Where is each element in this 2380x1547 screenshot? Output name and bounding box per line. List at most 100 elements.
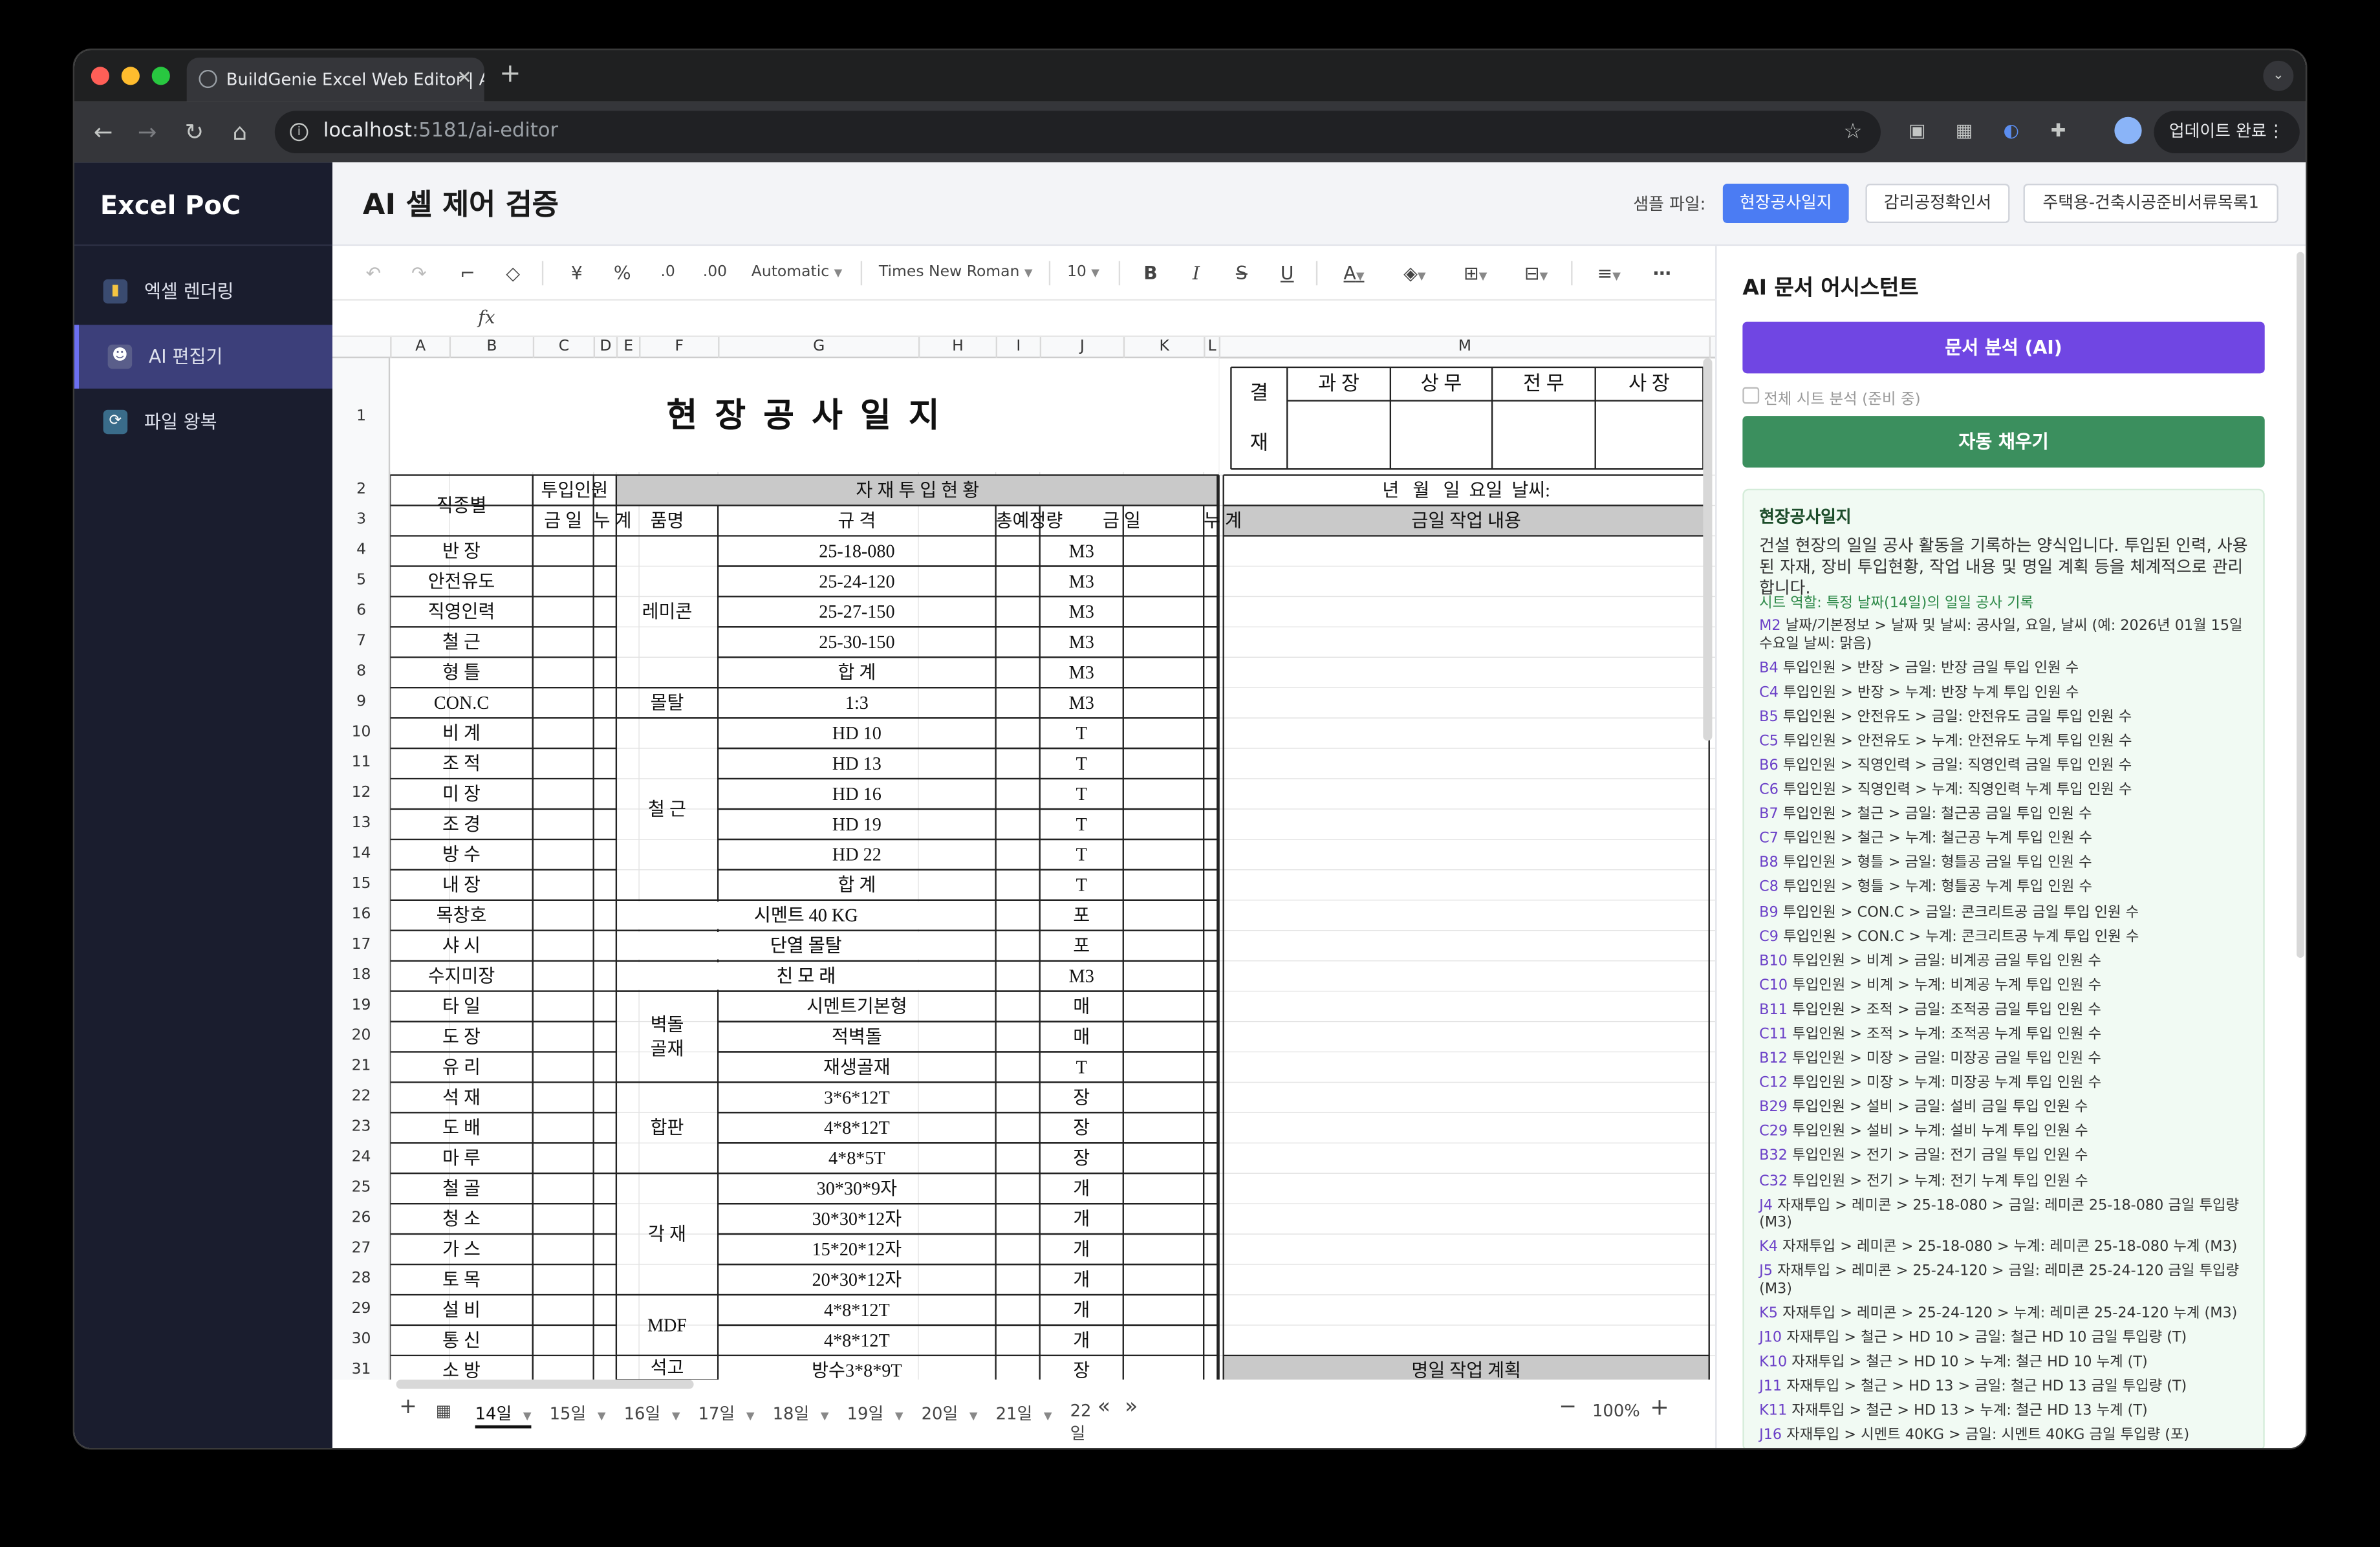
row-header[interactable]: 15	[332, 870, 390, 900]
puzzle-icon[interactable]: ✚	[2046, 118, 2071, 143]
full-sheet-checkbox[interactable]: 전체 시트 분석 (준비 중)	[1742, 385, 1921, 408]
column-header[interactable]: F	[639, 337, 718, 358]
row-header[interactable]: 18	[332, 961, 390, 991]
zoom-in-icon[interactable]: +	[1650, 1394, 1669, 1421]
italic-icon[interactable]: I	[1182, 259, 1209, 287]
column-header[interactable]: K	[1123, 337, 1204, 358]
row-header[interactable]: 20	[332, 1022, 390, 1052]
profile-avatar[interactable]	[2114, 116, 2142, 144]
column-header[interactable]: A	[390, 337, 449, 358]
sheet-tab[interactable]: 22일 ▼	[1070, 1401, 1095, 1448]
fill-color-icon[interactable]: ◈▼	[1395, 259, 1434, 287]
row-header[interactable]: 19	[332, 991, 390, 1022]
sample-button-daily-log[interactable]: 현장공사일지	[1722, 183, 1849, 224]
row-header[interactable]: 22	[332, 1082, 390, 1112]
merge-cells-icon[interactable]: ⊟▼	[1517, 259, 1556, 287]
row-header[interactable]: 29	[332, 1295, 390, 1325]
row-header[interactable]: 10	[332, 718, 390, 748]
font-size-select[interactable]: 10 ▼	[1067, 259, 1112, 287]
redo-icon[interactable]: ↷	[406, 259, 433, 287]
currency-button[interactable]: ¥	[563, 259, 590, 287]
panel-scrollbar[interactable]	[2297, 252, 2304, 958]
row-header[interactable]: 11	[332, 748, 390, 779]
bookmark-star-icon[interactable]: ☆	[1843, 111, 1862, 153]
row-header[interactable]: 26	[332, 1204, 390, 1234]
sheet-tab[interactable]: 14일 ▼	[475, 1401, 532, 1429]
row-header[interactable]: 13	[332, 809, 390, 839]
bold-icon[interactable]: B	[1137, 259, 1164, 287]
sample-button-inspection[interactable]: 감리공정확인서	[1865, 183, 2010, 224]
vertical-scrollbar[interactable]	[1703, 358, 1713, 741]
analyze-document-button[interactable]: 문서 분석 (AI)	[1742, 321, 2265, 374]
close-tab-icon[interactable]: ✕	[457, 67, 472, 88]
row-header[interactable]: 25	[332, 1173, 390, 1204]
address-bar[interactable]: i localhost:5181/ai-editor ☆	[274, 111, 1881, 154]
column-header[interactable]: C	[532, 337, 594, 358]
column-header[interactable]: D	[593, 337, 616, 358]
reload-icon[interactable]: ↻	[178, 115, 211, 149]
scroll-left-icon[interactable]: «	[1098, 1395, 1110, 1420]
qr-icon[interactable]: ▦	[1952, 118, 1976, 143]
extension-blue-icon[interactable]: ◐	[1999, 118, 2024, 143]
sidebar-item-render[interactable]: ▮ 엑셀 렌더링	[74, 259, 332, 323]
eraser-icon[interactable]: ◇	[499, 259, 526, 287]
row-header[interactable]: 5	[332, 566, 390, 596]
more-options-icon[interactable]: ⋯	[1647, 259, 1677, 287]
sheet-tab[interactable]: 16일 ▼	[624, 1401, 680, 1425]
row-header[interactable]: 7	[332, 627, 390, 657]
number-format-select[interactable]: Automatic ▼	[752, 259, 858, 287]
row-header[interactable]: 17	[332, 931, 390, 961]
sheet-cells[interactable]: 현 장 공 사 일 지 결재 과 장 상 무 전 무 사 장 직종별 투입인원 금 일 누 계 자 …	[390, 358, 1716, 1380]
sheet-tab[interactable]: 19일 ▼	[847, 1401, 903, 1425]
column-header[interactable]: B	[449, 337, 533, 358]
zoom-out-icon[interactable]: −	[1559, 1395, 1577, 1420]
percent-button[interactable]: %	[609, 259, 636, 287]
row-header[interactable]: 1	[332, 358, 390, 475]
row-header[interactable]: 4	[332, 536, 390, 566]
column-header[interactable]: I	[995, 337, 1040, 358]
row-header[interactable]: 12	[332, 779, 390, 809]
formula-bar[interactable]: fx	[332, 301, 1716, 338]
sample-button-housing-list[interactable]: 주택용-건축시공준비서류목록1	[2023, 183, 2278, 224]
sidebar-item-ai-editor[interactable]: ☻ AI 편집기	[74, 325, 332, 389]
sheet-tab[interactable]: 18일 ▼	[773, 1401, 829, 1425]
column-header[interactable]: G	[718, 337, 918, 358]
row-header[interactable]: 23	[332, 1112, 390, 1143]
row-header[interactable]: 28	[332, 1264, 390, 1295]
sheet-tab[interactable]: 15일 ▼	[550, 1401, 606, 1425]
new-tab-button[interactable]: +	[499, 60, 521, 90]
back-icon[interactable]: ←	[87, 115, 120, 149]
row-header[interactable]: 27	[332, 1234, 390, 1264]
home-icon[interactable]: ⌂	[223, 115, 257, 149]
sidebar-item-file-roundtrip[interactable]: ⟳ 파일 왕복	[74, 390, 332, 454]
row-header[interactable]: 8	[332, 657, 390, 687]
row-header[interactable]: 3	[332, 506, 390, 536]
forward-icon[interactable]: →	[131, 115, 164, 149]
add-sheet-icon[interactable]: +	[399, 1395, 417, 1420]
column-header[interactable]: M	[1218, 337, 1709, 358]
sheet-tab[interactable]: 17일 ▼	[698, 1401, 755, 1425]
row-header[interactable]: 14	[332, 839, 390, 870]
underline-icon[interactable]: U	[1273, 259, 1301, 287]
decrease-decimal-button[interactable]: .0	[651, 259, 685, 287]
update-button[interactable]: 업데이트 완료 ⋮	[2154, 111, 2300, 154]
close-window-button[interactable]	[91, 67, 109, 85]
column-header[interactable]: E	[616, 337, 639, 358]
column-header[interactable]: H	[918, 337, 996, 358]
autofill-button[interactable]: 자동 채우기	[1742, 416, 2265, 468]
row-header[interactable]: 6	[332, 596, 390, 627]
horizontal-scrollbar[interactable]	[396, 1379, 694, 1389]
row-header[interactable]: 30	[332, 1325, 390, 1356]
sheet-tab[interactable]: 20일 ▼	[922, 1401, 978, 1425]
site-info-icon[interactable]: i	[290, 123, 308, 142]
extension-icon[interactable]: ▣	[1905, 118, 1929, 143]
column-header[interactable]: L	[1204, 337, 1218, 358]
sheet-tab[interactable]: 21일 ▼	[996, 1401, 1052, 1425]
all-sheets-icon[interactable]: ▦	[436, 1401, 451, 1421]
font-select[interactable]: Times New Roman ▼	[879, 259, 1046, 287]
strikethrough-icon[interactable]: S	[1228, 259, 1255, 287]
row-header[interactable]: 2	[332, 475, 390, 506]
align-icon[interactable]: ≡▼	[1589, 259, 1628, 287]
text-color-icon[interactable]: A▼	[1334, 259, 1374, 287]
maximize-window-button[interactable]	[151, 67, 170, 85]
